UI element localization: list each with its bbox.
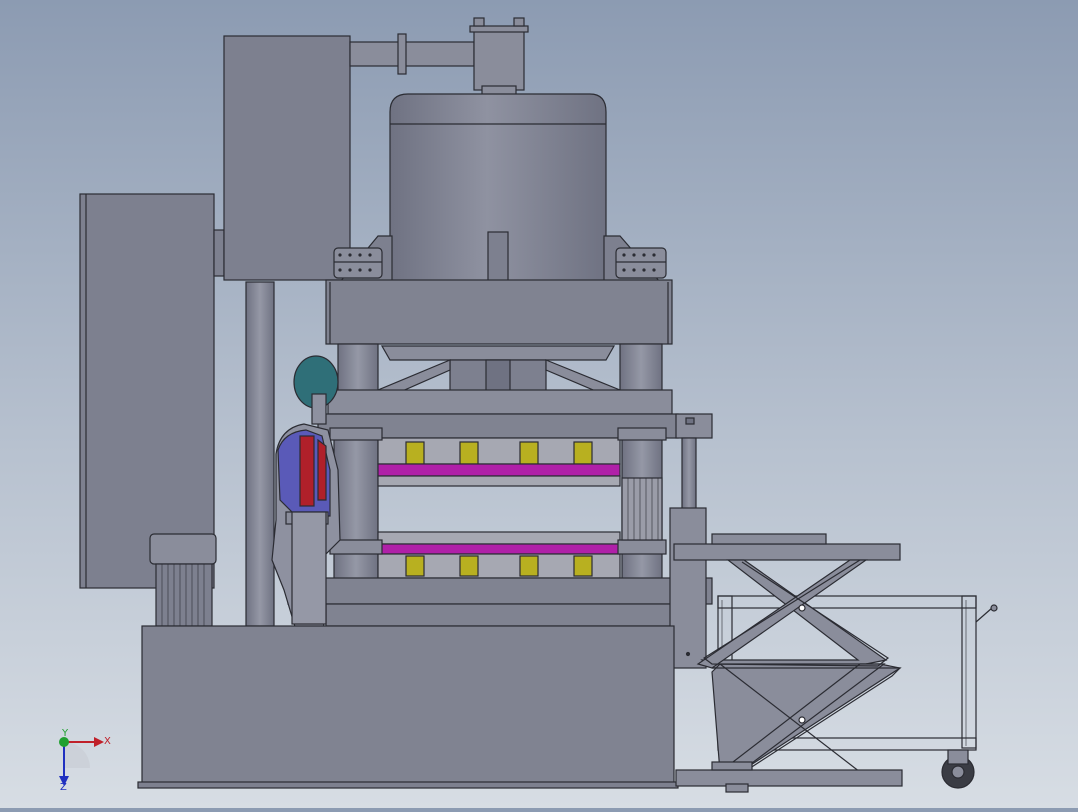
lower-heating-plate: [377, 543, 621, 555]
z-axis-label: Z: [60, 782, 67, 793]
press-machine-drawing: X Y Z: [59, 17, 998, 793]
x-axis-label: X: [104, 736, 111, 747]
guide-rods: [669, 413, 713, 669]
machine-base: [137, 625, 679, 789]
bolt-ring-left: [333, 247, 383, 279]
bolt-ring-right: [615, 247, 667, 279]
hydraulic-pipe: [349, 17, 529, 97]
ribbed-column: [621, 477, 663, 541]
electrical-cabinet: [79, 193, 225, 589]
upper-mold: [377, 437, 621, 487]
motor-pump: [149, 533, 217, 627]
axis-triad[interactable]: X Y Z: [59, 728, 111, 793]
lower-platen: [287, 577, 713, 627]
support-post: [245, 281, 275, 627]
scissor-lift: [673, 533, 998, 793]
upper-heating-plate: [377, 463, 621, 477]
y-axis-label: Y: [61, 728, 69, 739]
lower-mold: [377, 531, 621, 579]
control-box: [223, 35, 351, 281]
top-crossbeam: [325, 279, 673, 345]
cad-viewport[interactable]: X Y Z: [0, 0, 1078, 808]
hydraulic-tank: [338, 93, 662, 283]
press-ram: [377, 345, 621, 393]
